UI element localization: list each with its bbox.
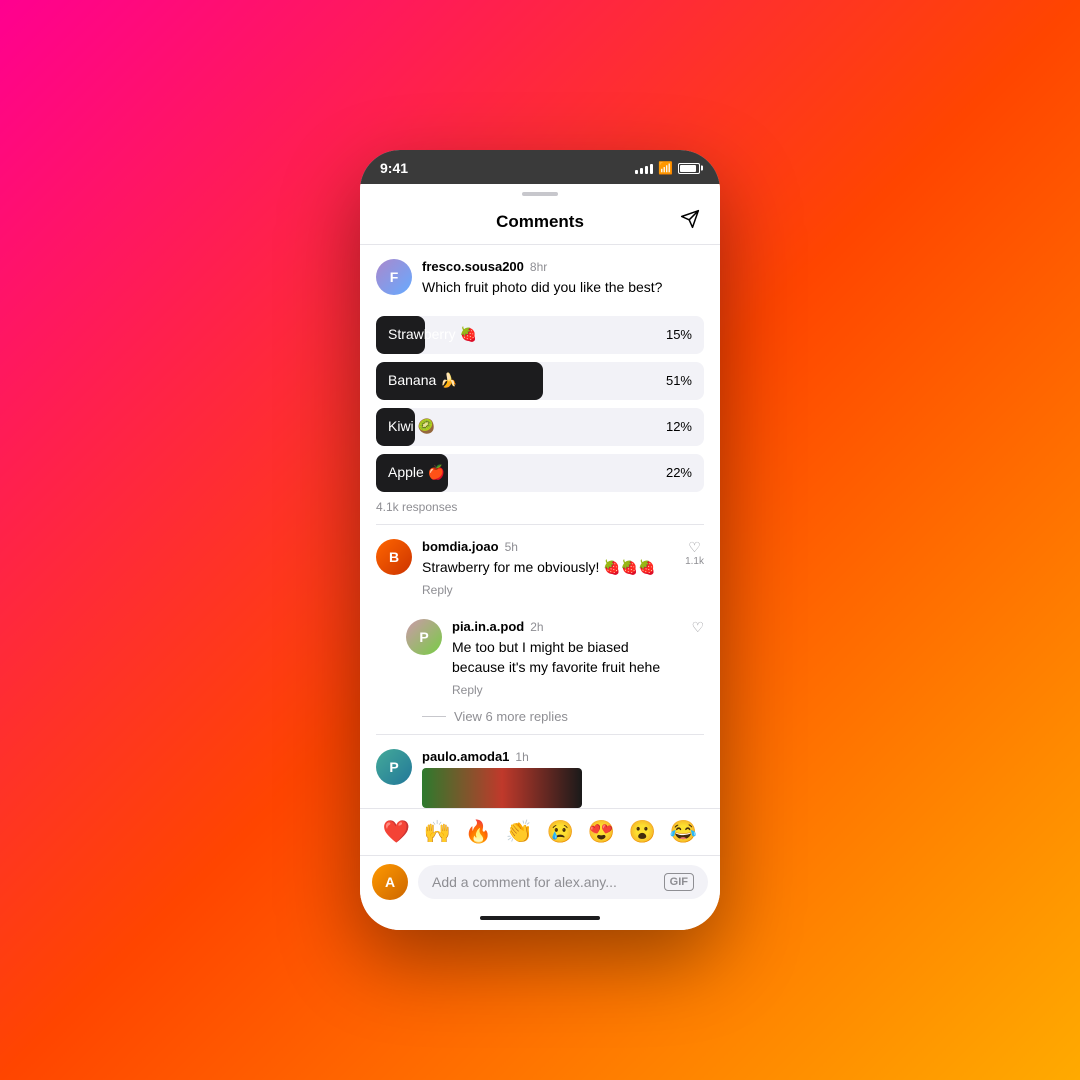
username-bomdia[interactable]: bomdia.joao	[422, 539, 499, 554]
time-fresco: 8hr	[530, 260, 547, 274]
time-pia: 2h	[530, 620, 543, 634]
emoji-laugh[interactable]: 😂	[670, 819, 697, 845]
signal-bars-icon	[635, 162, 653, 174]
poll-container: Strawberry 🍓 15% Banana 🍌 51% Kiwi 🥝 12%…	[360, 312, 720, 524]
emoji-fire[interactable]: 🔥	[465, 819, 492, 845]
poll-label-strawberry: Strawberry 🍓	[376, 326, 666, 343]
emoji-wow[interactable]: 😮	[629, 819, 656, 845]
comment-text-bomdia: Strawberry for me obviously! 🍓🍓🍓	[422, 558, 675, 578]
status-icons: 📶	[635, 161, 700, 175]
comment-fresco: F fresco.sousa200 8hr Which fruit photo …	[360, 245, 720, 312]
emoji-bar: ❤️ 🙌 🔥 👏 😢 😍 😮 😂	[360, 808, 720, 855]
comment-body-paulo: paulo.amoda1 1h	[422, 749, 704, 808]
comment-text-fresco: Which fruit photo did you like the best?	[422, 278, 704, 298]
header-title: Comments	[496, 212, 584, 232]
comment-pia: P pia.in.a.pod 2h Me too but I might be …	[406, 605, 720, 705]
like-area-pia: ♡	[691, 619, 704, 697]
emoji-clap[interactable]: 👏	[506, 819, 533, 845]
reply-pia-container: P pia.in.a.pod 2h Me too but I might be …	[360, 605, 720, 705]
poll-label-banana: Banana 🍌	[376, 372, 666, 389]
gif-button[interactable]: GIF	[664, 873, 694, 891]
status-bar: 9:41 📶	[360, 150, 720, 184]
send-icon[interactable]	[680, 209, 700, 235]
time-paulo: 1h	[515, 750, 528, 764]
like-icon-bomdia[interactable]: ♡	[688, 539, 701, 556]
time-bomdia: 5h	[505, 540, 518, 554]
comment-body-pia: pia.in.a.pod 2h Me too but I might be bi…	[452, 619, 681, 697]
view-more-text[interactable]: View 6 more replies	[454, 709, 568, 724]
username-paulo[interactable]: paulo.amoda1	[422, 749, 509, 764]
view-more-replies[interactable]: View 6 more replies	[360, 705, 720, 734]
comment-text-pia: Me too but I might be biased because it'…	[452, 638, 681, 677]
like-area-bomdia: ♡ 1.1k	[685, 539, 704, 598]
phone-frame: 9:41 📶 Comments	[360, 150, 720, 930]
comment-input-box[interactable]: Add a comment for alex.any... GIF	[418, 865, 708, 899]
like-icon-pia[interactable]: ♡	[691, 619, 704, 636]
avatar-bomdia: B	[376, 539, 412, 575]
wifi-icon: 📶	[658, 161, 673, 175]
poll-pct-kiwi: 12%	[666, 419, 704, 434]
poll-pct-banana: 51%	[666, 373, 704, 388]
status-time: 9:41	[380, 160, 408, 176]
home-indicator	[360, 910, 720, 930]
comment-body-fresco: fresco.sousa200 8hr Which fruit photo di…	[422, 259, 704, 304]
poll-label-kiwi: Kiwi 🥝	[376, 418, 666, 435]
poll-option-banana[interactable]: Banana 🍌 51%	[376, 362, 704, 400]
comment-input-row: A Add a comment for alex.any... GIF	[360, 855, 720, 910]
avatar-fresco: F	[376, 259, 412, 295]
like-count-bomdia: 1.1k	[685, 556, 704, 567]
avatar-paulo: P	[376, 749, 412, 785]
emoji-heart-eyes[interactable]: 😍	[588, 819, 615, 845]
poll-pct-apple: 22%	[666, 465, 704, 480]
avatar-current-user: A	[372, 864, 408, 900]
poll-pct-strawberry: 15%	[666, 327, 704, 342]
drag-handle	[360, 184, 720, 200]
avatar-pia: P	[406, 619, 442, 655]
poll-label-apple: Apple 🍎	[376, 464, 666, 481]
comment-input-placeholder: Add a comment for alex.any...	[432, 874, 617, 890]
emoji-heart[interactable]: ❤️	[383, 819, 410, 845]
battery-icon	[678, 163, 700, 174]
comments-header: Comments	[360, 200, 720, 245]
comments-scroll[interactable]: F fresco.sousa200 8hr Which fruit photo …	[360, 245, 720, 808]
username-pia[interactable]: pia.in.a.pod	[452, 619, 524, 634]
poll-option-apple[interactable]: Apple 🍎 22%	[376, 454, 704, 492]
poll-option-strawberry[interactable]: Strawberry 🍓 15%	[376, 316, 704, 354]
comment-paulo: P paulo.amoda1 1h	[360, 735, 720, 808]
comment-bomdia: B bomdia.joao 5h Strawberry for me obvio…	[360, 525, 720, 606]
paulo-image-preview	[422, 768, 582, 808]
poll-responses: 4.1k responses	[376, 500, 704, 514]
poll-option-kiwi[interactable]: Kiwi 🥝 12%	[376, 408, 704, 446]
username-fresco[interactable]: fresco.sousa200	[422, 259, 524, 274]
emoji-clap-raise[interactable]: 🙌	[424, 819, 451, 845]
emoji-cry[interactable]: 😢	[547, 819, 574, 845]
reply-button-bomdia[interactable]: Reply	[422, 583, 453, 597]
reply-button-pia[interactable]: Reply	[452, 683, 483, 697]
comment-body-bomdia: bomdia.joao 5h Strawberry for me obvious…	[422, 539, 675, 598]
